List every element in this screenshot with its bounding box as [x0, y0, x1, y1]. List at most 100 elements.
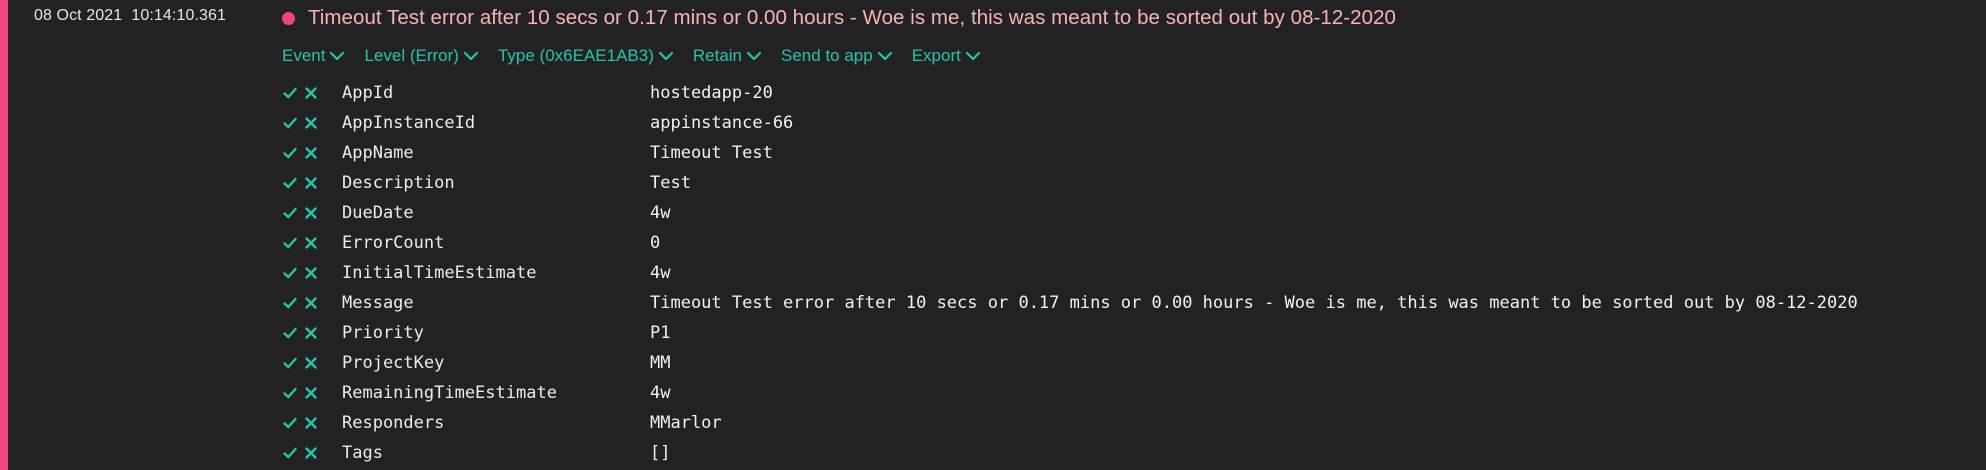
property-filter-actions: [282, 115, 342, 131]
chevron-down-icon: [463, 51, 479, 61]
event-toolbar: Event Level (Error) Type (0x6EAE1AB3) Re…: [282, 44, 1000, 68]
property-name: ProjectKey: [342, 353, 445, 373]
level-indicator-bar: [0, 0, 8, 470]
property-name: Description: [342, 173, 455, 193]
property-row: RemainingTimeEstimate 4w: [282, 378, 1858, 408]
property-filter-actions: [282, 205, 342, 221]
check-icon[interactable]: [282, 85, 298, 101]
property-filter-actions: [282, 175, 342, 191]
event-timestamp: 08 Oct 2021 10:14:10.361: [34, 7, 226, 24]
property-value: hostedapp-20: [650, 83, 773, 103]
check-icon[interactable]: [282, 235, 298, 251]
check-icon[interactable]: [282, 385, 298, 401]
property-filter-actions: [282, 355, 342, 371]
property-value: 4w: [650, 263, 671, 283]
property-row: ErrorCount 0: [282, 228, 1858, 258]
check-icon[interactable]: [282, 265, 298, 281]
property-filter-actions: [282, 85, 342, 101]
event-header[interactable]: Timeout Test error after 10 secs or 0.17…: [282, 4, 1396, 32]
type-menu-button[interactable]: Type (0x6EAE1AB3): [498, 46, 674, 66]
property-value: Timeout Test error after 10 secs or 0.17…: [650, 293, 1858, 313]
export-menu-label: Export: [911, 46, 961, 65]
property-name: ErrorCount: [342, 233, 445, 253]
check-icon[interactable]: [282, 175, 298, 191]
property-row: ProjectKey MM: [282, 348, 1858, 378]
check-icon[interactable]: [282, 445, 298, 461]
property-value: 0: [650, 233, 661, 253]
property-filter-actions: [282, 295, 342, 311]
close-icon[interactable]: [303, 175, 319, 191]
property-name: Priority: [342, 323, 424, 343]
check-icon[interactable]: [282, 145, 298, 161]
close-icon[interactable]: [303, 115, 319, 131]
close-icon[interactable]: [303, 145, 319, 161]
chevron-down-icon: [877, 51, 892, 61]
retain-menu-button[interactable]: Retain: [693, 46, 762, 66]
property-filter-actions: [282, 415, 342, 431]
property-value: []: [650, 443, 671, 463]
level-menu-button[interactable]: Level (Error): [364, 46, 479, 66]
event-menu-label: Event: [282, 46, 326, 65]
property-filter-actions: [282, 325, 342, 341]
property-name: AppInstanceId: [342, 113, 476, 133]
chevron-down-icon: [330, 51, 345, 61]
property-row: Message Timeout Test error after 10 secs …: [282, 288, 1858, 318]
close-icon[interactable]: [303, 415, 319, 431]
close-icon[interactable]: [303, 265, 319, 281]
error-level-dot-icon: [282, 11, 295, 25]
property-filter-actions: [282, 145, 342, 161]
property-name: Tags: [342, 443, 383, 463]
property-row: Responders MMarlor: [282, 408, 1858, 438]
check-icon[interactable]: [282, 415, 298, 431]
property-value: P1: [650, 323, 671, 343]
property-name: AppId: [342, 83, 394, 103]
property-filter-actions: [282, 445, 342, 461]
send-to-app-menu-button[interactable]: Send to app: [781, 46, 893, 66]
property-value: MMarlor: [650, 413, 722, 433]
property-row: InitialTimeEstimate 4w: [282, 258, 1858, 288]
property-row: AppId hostedapp-20: [282, 78, 1858, 108]
property-value: Test: [650, 173, 691, 193]
chevron-down-icon: [746, 51, 762, 61]
retain-menu-label: Retain: [692, 46, 743, 65]
property-row: AppName Timeout Test: [282, 138, 1858, 168]
event-message-title[interactable]: Timeout Test error after 10 secs or 0.17…: [308, 6, 1396, 30]
close-icon[interactable]: [303, 85, 319, 101]
close-icon[interactable]: [303, 235, 319, 251]
property-row: Priority P1: [282, 318, 1858, 348]
check-icon[interactable]: [282, 325, 298, 341]
property-value: appinstance-66: [650, 113, 794, 133]
property-name: Message: [342, 293, 414, 313]
close-icon[interactable]: [303, 445, 319, 461]
level-menu-label: Level (Error): [364, 46, 459, 65]
property-row: AppInstanceId appinstance-66: [282, 108, 1858, 138]
chevron-down-icon: [965, 51, 980, 61]
check-icon[interactable]: [282, 295, 298, 311]
property-name: DueDate: [342, 203, 414, 223]
check-icon[interactable]: [282, 115, 298, 131]
property-value: MM: [650, 353, 671, 373]
property-filter-actions: [282, 235, 342, 251]
export-menu-button[interactable]: Export: [912, 46, 981, 66]
close-icon[interactable]: [303, 295, 319, 311]
property-name: Responders: [342, 413, 445, 433]
property-name: RemainingTimeEstimate: [342, 383, 557, 403]
check-icon[interactable]: [282, 205, 298, 221]
close-icon[interactable]: [303, 385, 319, 401]
close-icon[interactable]: [303, 325, 319, 341]
property-row: DueDate 4w: [282, 198, 1858, 228]
chevron-down-icon: [658, 51, 673, 61]
property-filter-actions: [282, 265, 342, 281]
close-icon[interactable]: [303, 205, 319, 221]
property-value: 4w: [650, 203, 671, 223]
property-value: 4w: [650, 383, 671, 403]
send-to-app-menu-label: Send to app: [781, 46, 873, 65]
property-name: AppName: [342, 143, 414, 163]
property-filter-actions: [282, 385, 342, 401]
property-value: Timeout Test: [650, 143, 773, 163]
event-menu-button[interactable]: Event: [282, 46, 345, 66]
close-icon[interactable]: [303, 355, 319, 371]
check-icon[interactable]: [282, 355, 298, 371]
event-properties-list: AppId hostedapp-20 AppInstanceId appinstanc…: [282, 78, 1858, 468]
property-row: Description Test: [282, 168, 1858, 198]
